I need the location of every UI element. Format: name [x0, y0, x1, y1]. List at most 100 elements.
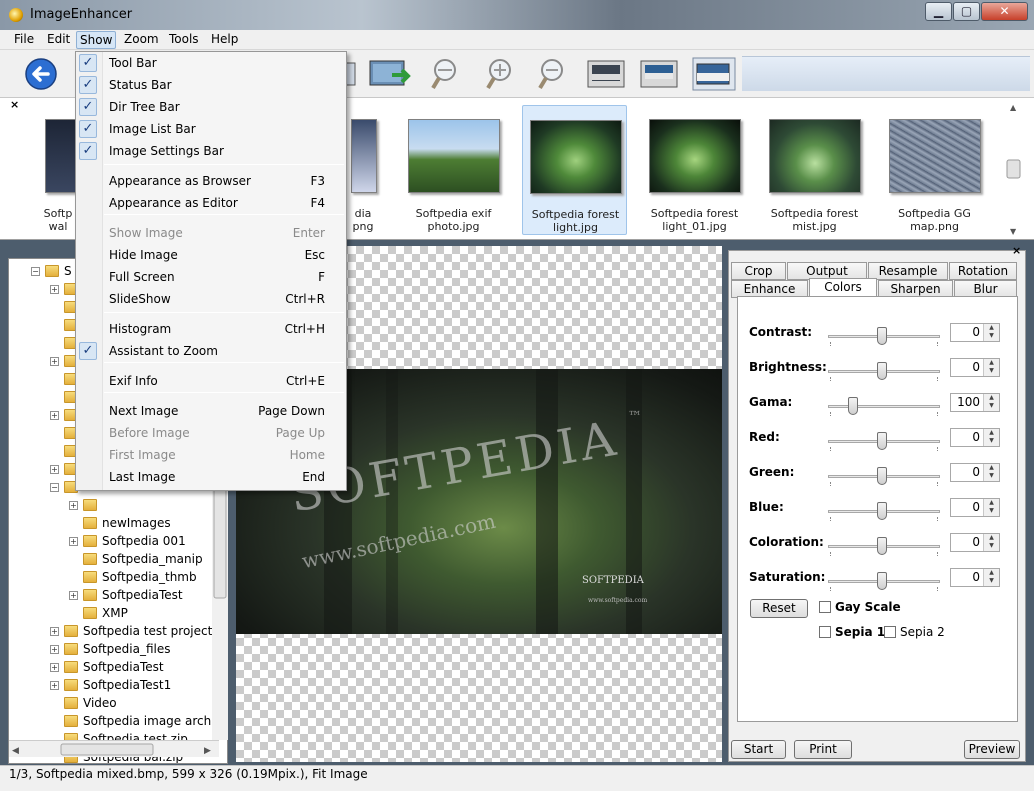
thumbnail[interactable]: Softpedia forest mist.jpg — [762, 105, 867, 235]
export-image-icon[interactable] — [368, 57, 412, 91]
expand-icon[interactable]: + — [50, 645, 59, 654]
spinner-arrows-icon[interactable]: ▲ ▼ — [983, 464, 999, 481]
expand-icon[interactable]: + — [50, 465, 59, 474]
thumbnail[interactable]: Softpedia GG map.png — [882, 105, 987, 235]
red-slider[interactable] — [877, 432, 887, 450]
expand-icon[interactable]: + — [69, 501, 78, 510]
menu-item-exif-info[interactable]: Exif Info Ctrl+E — [76, 370, 346, 392]
minimize-button[interactable]: ▁ — [925, 2, 952, 21]
menu-item-dir-tree-bar[interactable]: ✓ Dir Tree Bar — [76, 96, 346, 118]
start-button[interactable]: Start — [731, 740, 786, 759]
menu-item-next-image[interactable]: Next Image Page Down — [76, 400, 346, 422]
menu-zoom[interactable]: Zoom — [121, 31, 162, 49]
image-list-close-icon[interactable]: × — [10, 98, 19, 111]
menu-item-last-image[interactable]: Last Image End — [76, 466, 346, 488]
collapse-icon[interactable]: − — [50, 483, 59, 492]
maximize-button[interactable]: ▢ — [953, 2, 980, 21]
spinner-arrows-icon[interactable]: ▲ ▼ — [983, 359, 999, 376]
gama-spinner[interactable]: 100 ▲ ▼ — [950, 393, 1000, 412]
tree-item[interactable]: Softpedia image archive — [9, 712, 227, 730]
expand-icon[interactable]: + — [69, 591, 78, 600]
tree-item[interactable]: Softpedia_manip — [9, 550, 227, 568]
menu-item-status-bar[interactable]: ✓ Status Bar — [76, 74, 346, 96]
preview-button[interactable]: Preview — [964, 740, 1020, 759]
menu-item-slideshow[interactable]: SlideShow Ctrl+R — [76, 288, 346, 310]
menu-item-image-settings-bar[interactable]: ✓ Image Settings Bar — [76, 140, 346, 162]
tree-item[interactable]: + Softpedia 001 — [9, 532, 227, 550]
menu-item-assistant-to-zoom[interactable]: ✓ Assistant to Zoom — [76, 340, 346, 362]
appearance-editor-icon[interactable] — [639, 57, 681, 91]
red-spinner[interactable]: 0 ▲ ▼ — [950, 428, 1000, 447]
expand-icon[interactable]: + — [69, 537, 78, 546]
contrast-spinner[interactable]: 0 ▲ ▼ — [950, 323, 1000, 342]
menu-edit[interactable]: Edit — [44, 31, 73, 49]
spinner-arrows-icon[interactable]: ▲ ▼ — [983, 499, 999, 516]
zoom-out-icon[interactable] — [535, 57, 569, 91]
expand-icon[interactable]: + — [50, 627, 59, 636]
coloration-slider[interactable] — [877, 537, 887, 555]
coloration-spinner[interactable]: 0 ▲ ▼ — [950, 533, 1000, 552]
expand-icon[interactable]: + — [50, 663, 59, 672]
zoom-in-icon[interactable] — [483, 57, 517, 91]
tab-crop[interactable]: Crop — [731, 262, 786, 280]
spinner-arrows-icon[interactable]: ▲ ▼ — [983, 324, 999, 341]
menu-item-appearance-as-browser[interactable]: Appearance as Browser F3 — [76, 170, 346, 192]
contrast-slider[interactable] — [877, 327, 887, 345]
thumbnail[interactable]: Softpedia exif photo.jpg — [401, 105, 506, 235]
menu-show[interactable]: Show — [76, 31, 117, 49]
tree-item[interactable]: + Softpedia test project — [9, 622, 227, 640]
tree-item[interactable]: Softpedia_thmb — [9, 568, 227, 586]
blue-spinner[interactable]: 0 ▲ ▼ — [950, 498, 1000, 517]
tree-item[interactable]: + — [9, 496, 227, 514]
tree-item[interactable]: + SoftpediaTest1 — [9, 676, 227, 694]
green-spinner[interactable]: 0 ▲ ▼ — [950, 463, 1000, 482]
collapse-icon[interactable]: − — [31, 267, 40, 276]
thumbnail-selected[interactable]: Softpedia forest light.jpg — [522, 105, 627, 235]
appearance-browser-icon[interactable] — [586, 57, 628, 91]
gray-scale-checkbox[interactable] — [819, 601, 831, 613]
gama-slider[interactable] — [848, 397, 858, 415]
expand-icon[interactable]: + — [50, 681, 59, 690]
tab-colors[interactable]: Colors — [809, 278, 877, 298]
tree-item[interactable]: + SoftpediaTest — [9, 658, 227, 676]
spinner-arrows-icon[interactable]: ▲ ▼ — [983, 534, 999, 551]
thumbnail-scrollbar[interactable]: ▲ ▼ — [1006, 100, 1022, 238]
expand-icon[interactable]: + — [50, 357, 59, 366]
menu-file[interactable]: File — [11, 31, 37, 49]
menu-item-appearance-as-editor[interactable]: Appearance as Editor F4 — [76, 192, 346, 214]
sepia1-checkbox[interactable] — [819, 626, 831, 638]
zoom-fit-icon[interactable] — [428, 57, 462, 91]
close-button[interactable]: ✕ — [981, 2, 1028, 21]
spinner-arrows-icon[interactable]: ▲ ▼ — [983, 429, 999, 446]
tree-item[interactable]: Video — [9, 694, 227, 712]
spinner-arrows-icon[interactable]: ▲ ▼ — [983, 569, 999, 586]
menu-help[interactable]: Help — [208, 31, 241, 49]
menu-item-hide-image[interactable]: Hide Image Esc — [76, 244, 346, 266]
saturation-slider[interactable] — [877, 572, 887, 590]
menu-tools[interactable]: Tools — [166, 31, 202, 49]
thumbnail[interactable]: Softpedia forest light_01.jpg — [642, 105, 747, 235]
menu-item-tool-bar[interactable]: ✓ Tool Bar — [76, 52, 346, 74]
tree-item[interactable]: + SoftpediaTest — [9, 586, 227, 604]
sepia2-checkbox[interactable] — [884, 626, 896, 638]
settings-close-icon[interactable]: × — [1012, 244, 1021, 257]
tab-rotation[interactable]: Rotation — [949, 262, 1017, 280]
brightness-slider[interactable] — [877, 362, 887, 380]
fullscreen-icon[interactable] — [692, 57, 736, 91]
menu-item-histogram[interactable]: Histogram Ctrl+H — [76, 318, 346, 340]
print-button[interactable]: Print — [794, 740, 852, 759]
expand-icon[interactable]: + — [50, 285, 59, 294]
brightness-spinner[interactable]: 0 ▲ ▼ — [950, 358, 1000, 377]
back-arrow-icon[interactable] — [24, 57, 58, 91]
expand-icon[interactable]: + — [50, 411, 59, 420]
tree-item[interactable]: + Softpedia_files — [9, 640, 227, 658]
tab-resample[interactable]: Resample — [868, 262, 948, 280]
tree-item[interactable]: XMP — [9, 604, 227, 622]
green-slider[interactable] — [877, 467, 887, 485]
saturation-spinner[interactable]: 0 ▲ ▼ — [950, 568, 1000, 587]
menu-item-image-list-bar[interactable]: ✓ Image List Bar — [76, 118, 346, 140]
dir-tree-horizontal-scrollbar[interactable]: ◀ ▶ — [9, 740, 219, 757]
blue-slider[interactable] — [877, 502, 887, 520]
menu-item-full-screen[interactable]: Full Screen F — [76, 266, 346, 288]
tree-item[interactable]: newImages — [9, 514, 227, 532]
